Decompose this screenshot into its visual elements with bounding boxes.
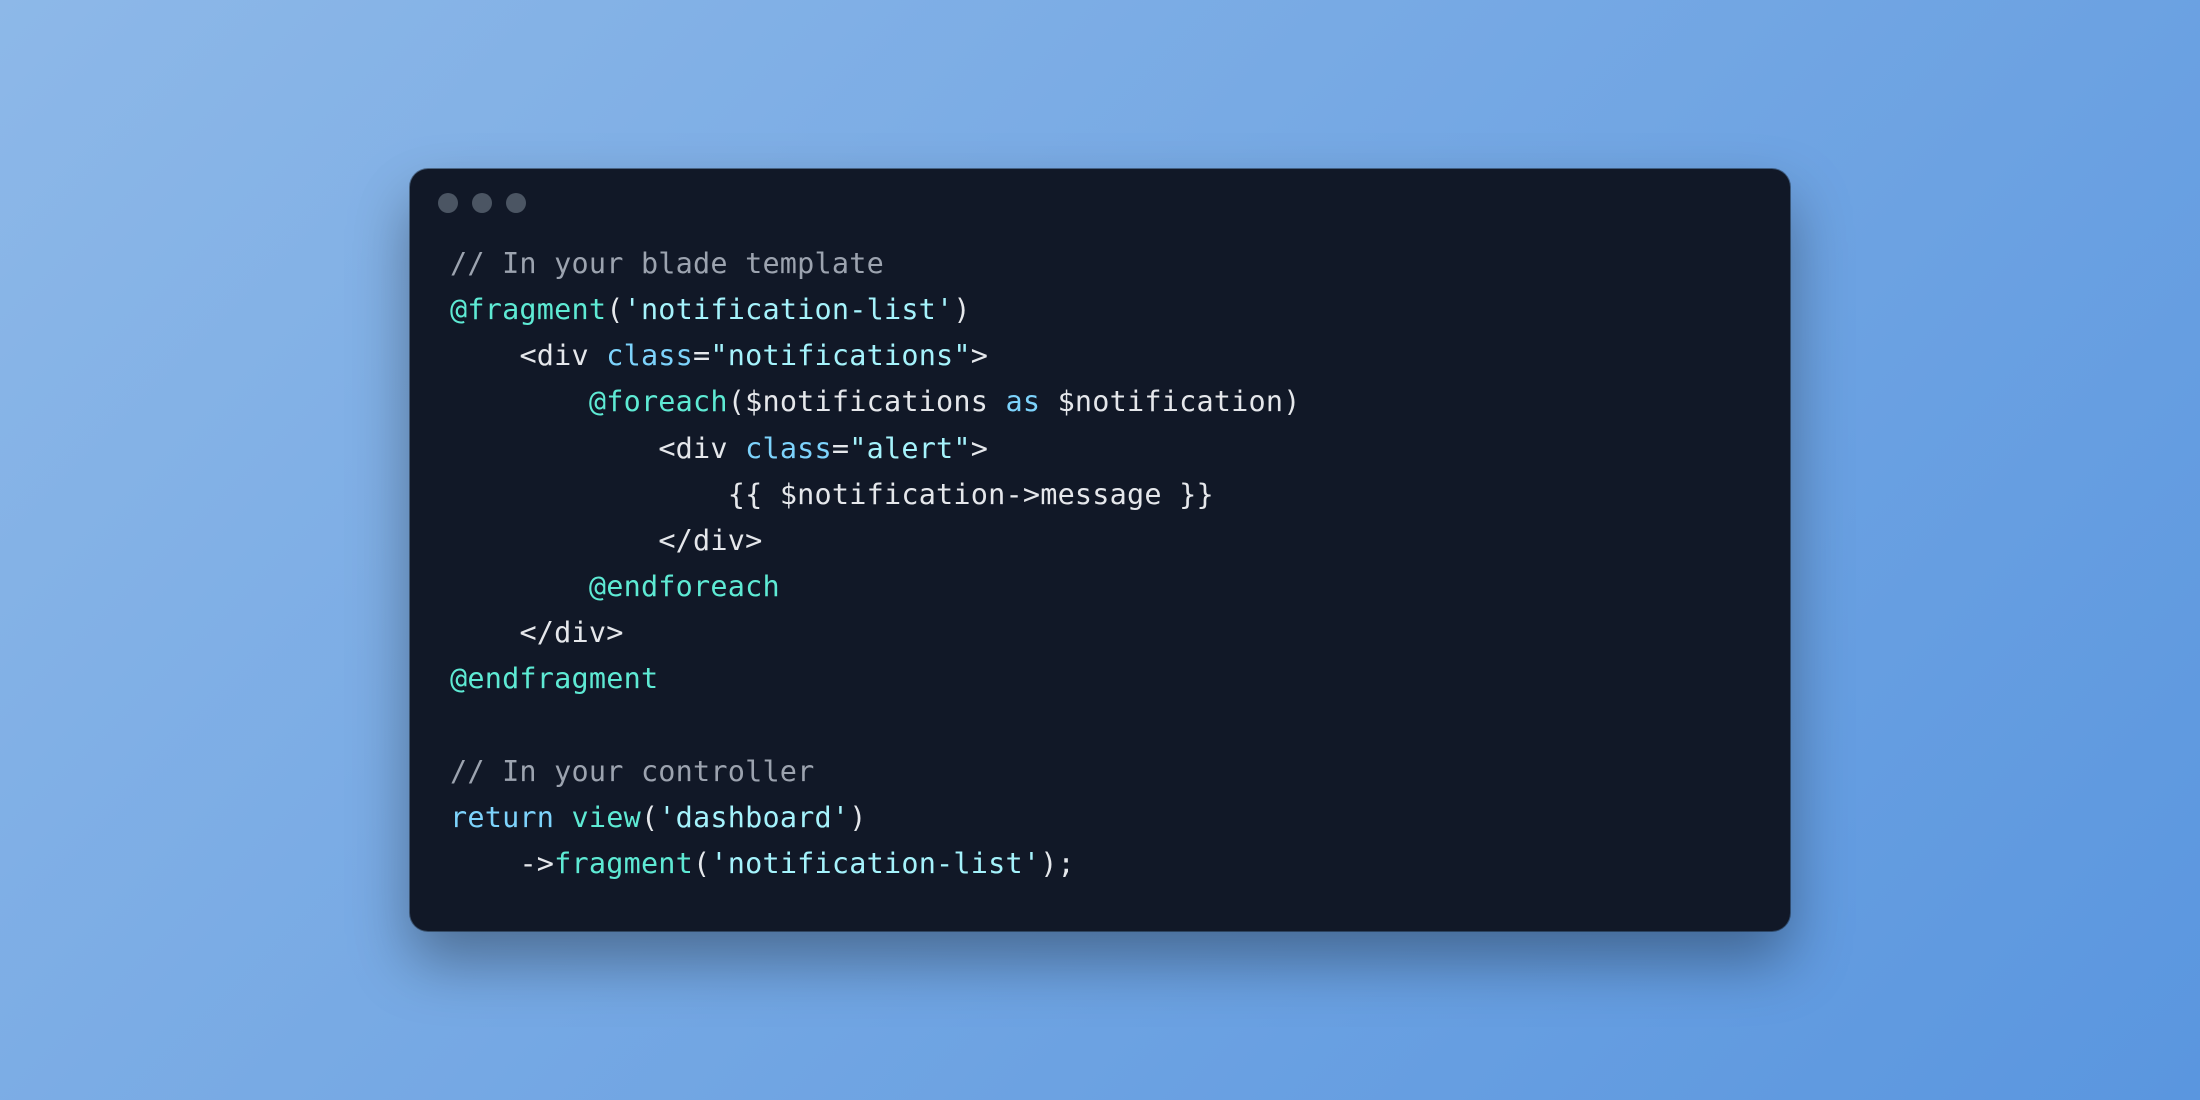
tag-close: > xyxy=(971,432,988,465)
indent xyxy=(450,339,519,372)
blade-directive: @endforeach xyxy=(589,570,780,603)
variable: $notifications xyxy=(745,385,988,418)
string-literal: 'dashboard' xyxy=(658,801,849,834)
blade-echo-open: {{ xyxy=(728,478,780,511)
code-block: // In your blade template @fragment('not… xyxy=(410,221,1790,931)
property: message xyxy=(1040,478,1162,511)
traffic-light-zoom-icon[interactable] xyxy=(506,193,526,213)
paren: ( xyxy=(693,847,710,880)
arrow-op: -> xyxy=(519,847,554,880)
indent xyxy=(450,478,728,511)
variable: $notification xyxy=(780,478,1006,511)
tag-name: div xyxy=(693,524,745,557)
indent xyxy=(450,570,589,603)
window-titlebar xyxy=(410,169,1790,221)
code-comment: // In your blade template xyxy=(450,247,884,280)
attr-value: "alert" xyxy=(849,432,971,465)
tag-close: > xyxy=(745,524,762,557)
code-window: // In your blade template @fragment('not… xyxy=(410,169,1790,931)
space xyxy=(589,339,606,372)
attr-name: class xyxy=(745,432,832,465)
blade-directive: @fragment xyxy=(450,293,606,326)
tag-open: < xyxy=(658,432,675,465)
tag-open: </ xyxy=(519,616,554,649)
variable: $notification xyxy=(1058,385,1284,418)
string-literal: 'notification-list' xyxy=(624,293,954,326)
paren: ( xyxy=(641,801,658,834)
indent xyxy=(450,385,589,418)
equals: = xyxy=(832,432,849,465)
blade-directive: @foreach xyxy=(589,385,728,418)
code-comment: // In your controller xyxy=(450,755,815,788)
tag-name: div xyxy=(554,616,606,649)
paren: ) xyxy=(953,293,970,326)
tag-close: > xyxy=(971,339,988,372)
attr-name: class xyxy=(606,339,693,372)
function-call: fragment xyxy=(554,847,693,880)
arrow-op: -> xyxy=(1006,478,1041,511)
tag-open: </ xyxy=(658,524,693,557)
tag-name: div xyxy=(537,339,589,372)
traffic-light-close-icon[interactable] xyxy=(438,193,458,213)
tag-name: div xyxy=(676,432,728,465)
paren-semi: ); xyxy=(1040,847,1075,880)
paren: ) xyxy=(849,801,866,834)
equals: = xyxy=(693,339,710,372)
attr-value: "notifications" xyxy=(710,339,970,372)
space xyxy=(554,801,571,834)
function-call: view xyxy=(572,801,641,834)
keyword-as: as xyxy=(988,385,1057,418)
space xyxy=(728,432,745,465)
tag-open: < xyxy=(519,339,536,372)
indent xyxy=(450,616,519,649)
indent xyxy=(450,847,519,880)
tag-close: > xyxy=(606,616,623,649)
blade-directive: @endfragment xyxy=(450,662,658,695)
indent xyxy=(450,432,658,465)
paren: ) xyxy=(1283,385,1300,418)
keyword-return: return xyxy=(450,801,554,834)
string-literal: 'notification-list' xyxy=(710,847,1040,880)
blade-echo-close: }} xyxy=(1162,478,1214,511)
indent xyxy=(450,524,658,557)
paren: ( xyxy=(728,385,745,418)
paren: ( xyxy=(606,293,623,326)
traffic-light-minimize-icon[interactable] xyxy=(472,193,492,213)
